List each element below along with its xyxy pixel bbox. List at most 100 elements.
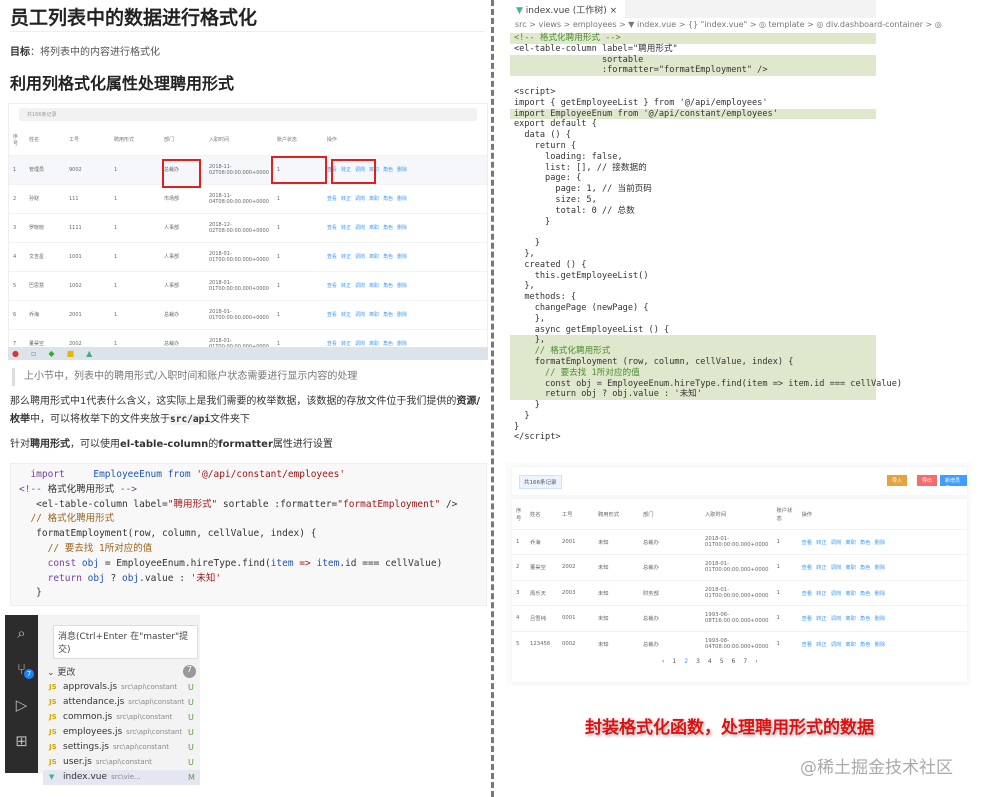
changed-file[interactable]: JS user.js src\api\constant U (43, 755, 200, 770)
row-action-link[interactable]: 查看 (801, 642, 812, 648)
row-action-link[interactable]: 删除 (397, 254, 407, 260)
row-action-link[interactable]: 查看 (327, 196, 337, 202)
row-action-link[interactable]: 角色 (383, 196, 393, 202)
page-button[interactable]: 5 (720, 658, 724, 665)
column-header[interactable]: 序号 (9, 125, 25, 155)
row-action-link[interactable]: 删除 (397, 225, 407, 231)
close-icon[interactable]: × (610, 6, 618, 16)
changed-file[interactable]: JS settings.js src\api\constant U (43, 740, 200, 755)
app-icon[interactable]: ▫ (31, 349, 36, 358)
row-action-link[interactable]: 离职 (845, 616, 856, 622)
row-action-link[interactable]: 调岗 (831, 642, 842, 648)
column-header[interactable]: 操作 (323, 125, 487, 155)
row-action-link[interactable]: 删除 (875, 565, 886, 571)
row-action-link[interactable]: 调岗 (831, 616, 842, 622)
row-action-link[interactable]: 转正 (816, 565, 827, 571)
row-action-link[interactable]: 角色 (383, 312, 393, 318)
row-action-link[interactable]: 调岗 (831, 565, 842, 571)
row-action-link[interactable]: 离职 (369, 196, 379, 202)
row-action-link[interactable]: 转正 (341, 312, 351, 318)
page-button[interactable]: 4 (708, 658, 712, 665)
changed-file[interactable]: JS employees.js src\api\constant U (43, 725, 200, 740)
row-action-link[interactable]: 调岗 (831, 540, 842, 546)
row-action-link[interactable]: 调岗 (831, 591, 842, 597)
add-employee-button[interactable]: 新增员工 (940, 475, 967, 491)
page-button[interactable]: 6 (732, 658, 736, 665)
row-action-link[interactable]: 离职 (369, 225, 379, 231)
row-action-link[interactable]: 离职 (369, 283, 379, 289)
row-action-link[interactable]: 转正 (341, 225, 351, 231)
row-action-link[interactable]: 删除 (397, 167, 407, 173)
changed-file[interactable]: ▼ index.vue src\vie... M (43, 770, 200, 785)
row-action-link[interactable]: 删除 (397, 312, 407, 318)
row-action-link[interactable]: 删除 (875, 616, 886, 622)
column-header[interactable]: 部门 (160, 125, 205, 155)
row-action-link[interactable]: 调岗 (355, 312, 365, 318)
column-header[interactable]: 账户状态 (273, 125, 323, 155)
row-action-link[interactable]: 离职 (369, 312, 379, 318)
search-icon[interactable]: ⌕ (5, 615, 38, 651)
changed-file[interactable]: JS approvals.js src\api\constant U (43, 680, 200, 695)
row-action-link[interactable]: 查看 (327, 312, 337, 318)
row-action-link[interactable]: 查看 (801, 616, 812, 622)
folder-icon[interactable]: ■ (67, 349, 75, 358)
column-header[interactable]: 工号 (558, 499, 594, 529)
column-header[interactable]: 操作 (797, 499, 967, 529)
column-header[interactable]: 入职时间 (701, 499, 772, 529)
row-action-link[interactable]: 离职 (845, 591, 856, 597)
source-control-icon[interactable]: ⑂ 7 (5, 651, 38, 687)
row-action-link[interactable]: 转正 (341, 196, 351, 202)
row-action-link[interactable]: 离职 (845, 565, 856, 571)
breadcrumb[interactable]: src > views > employees > ▼ index.vue > … (515, 20, 942, 29)
row-action-link[interactable]: 离职 (845, 540, 856, 546)
extensions-icon[interactable]: ⊞ (5, 723, 38, 759)
page-button[interactable]: 1 (672, 658, 676, 665)
row-action-link[interactable]: 角色 (383, 225, 393, 231)
import-button[interactable]: 导入 (887, 475, 908, 486)
row-action-link[interactable]: 角色 (860, 565, 871, 571)
column-header[interactable]: 工号 (65, 125, 110, 155)
row-action-link[interactable]: 转正 (816, 540, 827, 546)
row-action-link[interactable]: 查看 (327, 225, 337, 231)
wechat-icon[interactable]: ◆ (48, 349, 54, 358)
row-action-link[interactable]: 转正 (816, 642, 827, 648)
page-button[interactable]: 3 (696, 658, 700, 665)
row-action-link[interactable]: 查看 (327, 254, 337, 260)
row-action-link[interactable]: 转正 (341, 283, 351, 289)
run-debug-icon[interactable]: ▷ (5, 687, 38, 723)
row-action-link[interactable]: 查看 (801, 540, 812, 546)
row-action-link[interactable]: 删除 (397, 196, 407, 202)
column-header[interactable]: 入职时间 (205, 125, 273, 155)
row-action-link[interactable]: 查看 (801, 591, 812, 597)
row-action-link[interactable]: 角色 (860, 616, 871, 622)
row-action-link[interactable]: 转正 (816, 591, 827, 597)
row-action-link[interactable]: 调岗 (355, 283, 365, 289)
row-action-link[interactable]: 角色 (860, 540, 871, 546)
page-button[interactable]: 2 (684, 658, 688, 665)
changed-file[interactable]: JS attendance.js src\api\constant U (43, 695, 200, 710)
changed-file[interactable]: JS common.js src\api\constant U (43, 710, 200, 725)
row-action-link[interactable]: 调岗 (355, 196, 365, 202)
column-header[interactable]: 序号 (512, 499, 526, 529)
row-action-link[interactable]: 离职 (369, 254, 379, 260)
row-action-link[interactable]: 删除 (397, 283, 407, 289)
column-header[interactable]: 部门 (639, 499, 701, 529)
row-action-link[interactable]: 离职 (845, 642, 856, 648)
column-header[interactable]: 姓名 (25, 125, 65, 155)
code-editor[interactable]: <!-- 格式化聘用形式 --> <el-table-column label="… (510, 33, 902, 443)
row-action-link[interactable]: 调岗 (355, 225, 365, 231)
row-action-link[interactable]: 转正 (341, 254, 351, 260)
editor-tab[interactable]: ▼ index.vue (工作树) × (508, 0, 626, 18)
row-action-link[interactable]: 角色 (383, 167, 393, 173)
page-button[interactable]: › (755, 658, 757, 665)
row-action-link[interactable]: 删除 (875, 540, 886, 546)
column-header[interactable]: 姓名 (526, 499, 558, 529)
commit-message-input[interactable]: 消息(Ctrl+Enter 在"master"提交) (53, 625, 198, 659)
column-header[interactable]: 账户状态 (772, 499, 797, 529)
row-action-link[interactable]: 查看 (327, 283, 337, 289)
export-button[interactable]: 导出 (917, 475, 938, 486)
row-action-link[interactable]: 角色 (383, 254, 393, 260)
row-action-link[interactable]: 删除 (875, 642, 886, 648)
drive-icon[interactable]: ▲ (86, 349, 92, 358)
row-action-link[interactable]: 转正 (816, 616, 827, 622)
